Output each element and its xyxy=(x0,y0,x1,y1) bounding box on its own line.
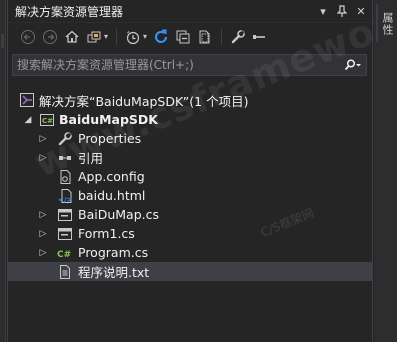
form-icon xyxy=(57,207,73,223)
node-label: 引用 xyxy=(78,151,104,166)
text-file-icon xyxy=(57,264,73,280)
search-box[interactable] xyxy=(12,54,367,76)
sync-with-active-document-icon[interactable] xyxy=(151,27,171,47)
panel-toolbar: ▾ ▾ xyxy=(8,22,372,50)
forward-icon[interactable] xyxy=(40,27,60,47)
tree-node-baidu-html[interactable]: </> baidu.html xyxy=(8,186,372,205)
node-label: 程序说明.txt xyxy=(78,265,150,280)
panel-titlebar: 解决方案资源管理器 ▾ ✕ xyxy=(8,0,372,22)
collapsed-arrow-icon[interactable]: ▷ xyxy=(38,248,48,258)
wrench-icon xyxy=(57,131,73,147)
solution-tree: 解决方案“BaiduMapSDK”(1 个项目) ◢ C# BaiduMapSD… xyxy=(8,90,372,281)
solution-label: 解决方案“BaiduMapSDK”(1 个项目) xyxy=(39,93,249,109)
project-label: BaiduMapSDK xyxy=(59,112,158,127)
switch-views-icon[interactable] xyxy=(84,27,104,47)
node-label: Form1.cs xyxy=(78,226,135,241)
show-all-files-icon[interactable] xyxy=(195,27,215,47)
tree-node-baidumap-cs[interactable]: ▷ BaiDuMap.cs xyxy=(8,205,372,224)
left-strip-marker xyxy=(1,34,4,48)
csharp-file-icon: C# xyxy=(57,245,73,261)
toolbar-separator xyxy=(116,28,118,45)
html-file-icon: </> xyxy=(57,188,73,204)
config-file-icon xyxy=(57,169,73,185)
svg-text:C#: C# xyxy=(42,117,53,125)
node-label: App.config xyxy=(78,169,145,184)
collapsed-arrow-icon[interactable]: ▷ xyxy=(38,229,48,239)
tree-node-references[interactable]: ▷ 引用 xyxy=(8,148,372,167)
collapsed-arrow-icon[interactable]: ▷ xyxy=(38,134,48,144)
panel-title: 解决方案资源管理器 xyxy=(15,4,124,19)
csharp-project-icon: C# xyxy=(39,112,55,128)
pending-changes-filter-icon[interactable] xyxy=(123,27,143,47)
switch-views-dropdown-icon[interactable]: ▾ xyxy=(104,32,108,41)
properties-side-tab[interactable]: 属性 xyxy=(379,12,395,36)
collapsed-arrow-icon[interactable]: ▷ xyxy=(38,153,48,163)
window-position-dropdown-icon[interactable]: ▾ xyxy=(315,3,331,19)
filter-dropdown-icon[interactable]: ▾ xyxy=(143,32,147,41)
tree-node-program-cs[interactable]: ▷ C# Program.cs xyxy=(8,243,372,262)
tree-node-readme-txt[interactable]: 程序说明.txt xyxy=(8,262,372,281)
references-icon xyxy=(57,150,73,166)
node-label: baidu.html xyxy=(78,188,146,203)
right-strip-bar xyxy=(376,4,378,42)
tree-node-form1-cs[interactable]: ▷ Form1.cs xyxy=(8,224,372,243)
solution-icon xyxy=(19,92,35,108)
search-input[interactable] xyxy=(13,58,340,72)
properties-wrench-icon[interactable] xyxy=(228,27,248,47)
back-icon[interactable] xyxy=(18,27,38,47)
home-icon[interactable] xyxy=(62,27,82,47)
pin-icon[interactable] xyxy=(334,3,350,19)
node-label: Properties xyxy=(78,131,142,146)
tree-node-project[interactable]: ◢ C# BaiduMapSDK xyxy=(8,110,372,129)
svg-text:C#: C# xyxy=(57,250,71,260)
node-label: BaiDuMap.cs xyxy=(78,207,159,222)
solution-explorer-panel: 解决方案资源管理器 ▾ ✕ ▾ ▾ 搜索解决方案资源管理器(Ctrl+;) 解决… xyxy=(7,0,397,342)
right-side-tab-strip: 属性 xyxy=(374,0,397,342)
search-options[interactable] xyxy=(340,59,366,71)
collapse-all-icon[interactable] xyxy=(173,27,193,47)
tree-node-solution[interactable]: 解决方案“BaiduMapSDK”(1 个项目) xyxy=(8,90,372,110)
collapsed-arrow-icon[interactable]: ▷ xyxy=(38,210,48,220)
preview-selected-items-icon[interactable] xyxy=(250,27,270,47)
expanded-arrow-icon[interactable]: ◢ xyxy=(23,115,33,125)
node-label: Program.cs xyxy=(78,245,149,260)
left-edge-strip xyxy=(0,0,6,342)
form-icon xyxy=(57,226,73,242)
close-icon[interactable]: ✕ xyxy=(353,3,369,19)
toolbar-separator xyxy=(221,28,223,45)
tree-node-properties[interactable]: ▷ Properties xyxy=(8,129,372,148)
svg-text:</>: </> xyxy=(58,196,72,204)
tree-node-app-config[interactable]: App.config xyxy=(8,167,372,186)
